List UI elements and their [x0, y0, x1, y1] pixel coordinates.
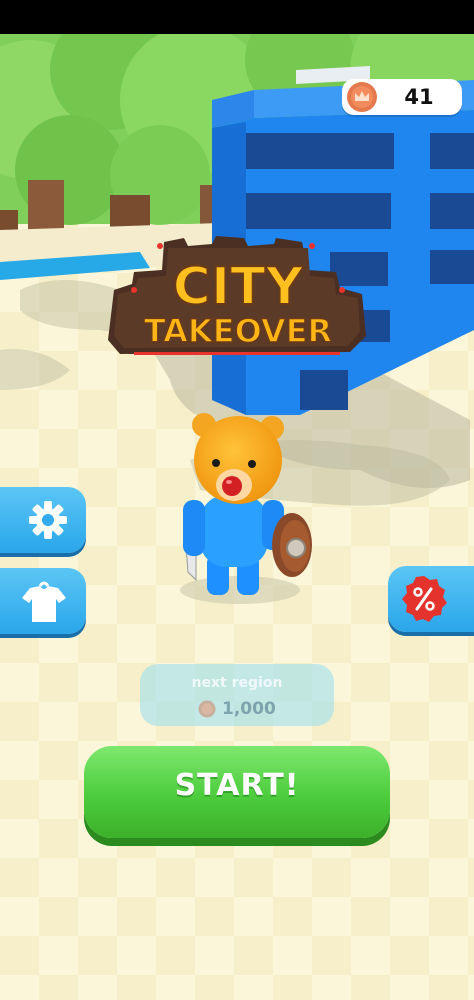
coin-count: 41 — [404, 85, 434, 109]
status-bar — [0, 0, 474, 34]
next-region-label: next region — [191, 675, 283, 691]
game-logo: CITY TAKEOVER — [108, 236, 366, 355]
coin-icon — [198, 700, 216, 718]
crown-coin-icon — [347, 82, 377, 112]
gear-icon — [29, 501, 67, 539]
special-offer-button[interactable] — [388, 566, 474, 632]
logo-title-line2: TAKEOVER — [144, 312, 332, 350]
shirt-icon — [22, 581, 66, 622]
game-screen: 41 CITY TAKEOVER next region 1,000 START… — [0, 0, 474, 1000]
logo-title-line1: CITY — [173, 257, 305, 317]
start-button-label: START! — [174, 768, 300, 803]
next-region-cost: 1,000 — [222, 699, 276, 719]
percent-icon — [402, 576, 447, 622]
settings-button[interactable] — [0, 487, 86, 553]
skins-button[interactable] — [0, 568, 86, 634]
